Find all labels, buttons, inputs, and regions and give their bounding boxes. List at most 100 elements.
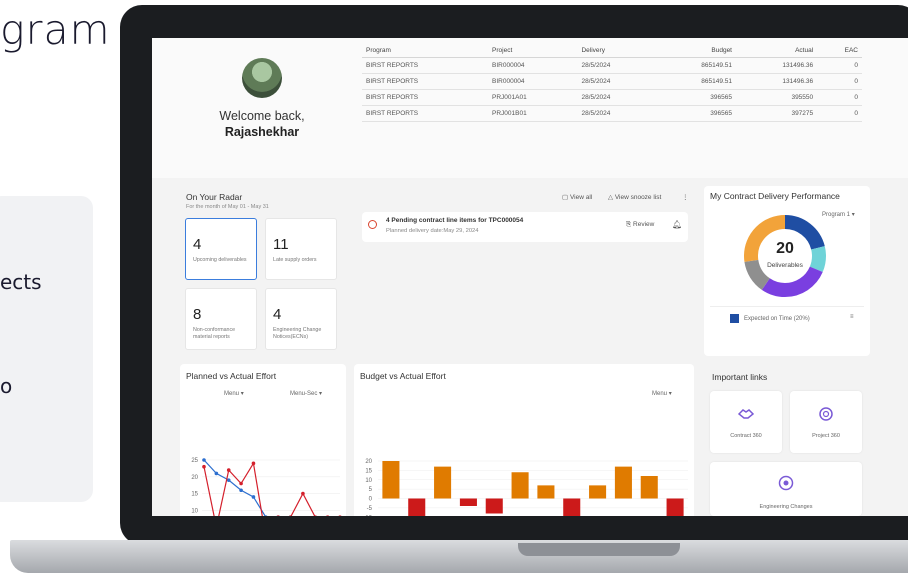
engineering-changes-link[interactable]: Engineering Changes: [710, 462, 862, 516]
tile-label: Engineering Change Notices(ECNs): [273, 327, 322, 340]
table-cell: BIRST REPORTS: [362, 105, 489, 122]
data-point: [301, 491, 305, 496]
data-point: [239, 488, 243, 493]
y-tick-label: 0: [369, 497, 373, 503]
bar: [563, 498, 581, 516]
table-cell: 395550: [736, 89, 818, 106]
tile-value: 4: [193, 236, 202, 253]
project-360-link[interactable]: Project 360: [790, 391, 862, 453]
performance-title: My Contract Delivery Performance: [710, 191, 840, 201]
table-cell: BIRST REPORTS: [362, 57, 489, 74]
network-icon: [819, 407, 833, 421]
filter-icon[interactable]: ≡: [850, 314, 854, 320]
bar: [666, 498, 684, 516]
table-cell: 28/5/2024: [577, 57, 655, 74]
planned-effort-card: Planned vs Actual Effort Menu ▾ Menu-Sec…: [180, 364, 346, 516]
welcome-line: Welcome back,: [219, 109, 305, 123]
table-cell: 396565: [654, 89, 736, 106]
radar-subtitle: For the month of May 01 - May 31: [186, 204, 269, 210]
slide-text-fragment: o: [0, 374, 13, 398]
contract-360-link[interactable]: Contract 360: [710, 391, 782, 453]
legend-swatch: [730, 314, 739, 323]
data-point: [251, 461, 256, 466]
tile-value: 8: [193, 306, 202, 323]
bar: [434, 466, 452, 499]
link-label: Project 360: [812, 433, 840, 439]
contracts-table: Program Project Delivery Budget Actual E…: [362, 44, 862, 122]
tile-value: 11: [273, 236, 289, 253]
y-tick-label: -5: [367, 506, 373, 512]
y-tick-label: 20: [191, 475, 198, 481]
table-cell: 396565: [654, 105, 736, 122]
view-all-link[interactable]: ▢ View all: [562, 193, 592, 201]
column-header[interactable]: Delivery: [577, 44, 655, 58]
legend-label: Expected on Time (20%): [744, 316, 810, 322]
important-links-title: Important links: [712, 372, 768, 382]
planned-effort-line-chart: 0510152025JFMAMJJASOND: [191, 458, 342, 516]
series-line: [203, 461, 316, 516]
tile-non-conformance-reports[interactable]: 8 Non-conformance material reports: [185, 288, 257, 350]
y-tick-label: 20: [365, 459, 372, 465]
data-point: [276, 515, 280, 516]
tile-late-supply-orders[interactable]: 11 Late supply orders: [265, 218, 337, 280]
slide-title-fragment: gram: [0, 6, 111, 54]
alert-icon: [368, 220, 377, 229]
table-row[interactable]: BIRST REPORTS PRJ001A01 28/5/2024 396565…: [362, 89, 862, 106]
table-cell: BIR000004: [488, 57, 578, 74]
table-row[interactable]: BIRST REPORTS PRJ001B01 28/5/2024 396565…: [362, 105, 862, 122]
link-label: Engineering Changes: [759, 504, 813, 510]
view-snooze-link[interactable]: △ View snooze list: [608, 193, 661, 201]
view-snooze-label: View snooze list: [614, 194, 662, 201]
kebab-menu-icon[interactable]: ⋮: [682, 193, 689, 201]
tile-engineering-change-notices[interactable]: 4 Engineering Change Notices(ECNs): [265, 288, 337, 350]
column-header[interactable]: Actual: [736, 44, 818, 58]
welcome-message: Welcome back, Rajashekhar: [192, 108, 332, 140]
table-row[interactable]: BIRST REPORTS BIR000004 28/5/2024 865149…: [362, 73, 862, 90]
y-tick-label: 10: [191, 508, 198, 514]
slide-side-card: [0, 196, 93, 502]
y-tick-label: 15: [365, 468, 372, 474]
y-tick-label: 15: [191, 492, 198, 498]
data-point: [251, 495, 256, 499]
y-tick-label: 10: [365, 478, 372, 484]
column-header[interactable]: Program: [362, 44, 489, 58]
avatar[interactable]: [242, 58, 282, 98]
bar: [408, 498, 426, 516]
bar: [640, 476, 658, 499]
table-cell: BIRST REPORTS: [362, 89, 489, 106]
data-point: [226, 478, 231, 482]
table-cell: 397275: [736, 105, 818, 122]
budget-effort-bar-chart: 20151050-5-10-15-20JanFebMarAprMayJunJul…: [363, 459, 688, 516]
column-header[interactable]: Budget: [654, 44, 736, 58]
column-header[interactable]: Project: [488, 44, 578, 58]
bar: [511, 472, 529, 499]
snooze-bell-icon[interactable]: 🔔︎: [672, 220, 682, 229]
review-label: Review: [633, 221, 655, 228]
table-cell: BIRST REPORTS: [362, 73, 489, 90]
presentation-slide: gram ects o Welcome back, Rajashekhar Pr…: [0, 0, 908, 573]
table-cell: 28/5/2024: [577, 73, 655, 90]
table-row[interactable]: BIRST REPORTS BIR000004 28/5/2024 865149…: [362, 57, 862, 74]
table-cell: 0: [817, 105, 862, 122]
data-point: [326, 515, 330, 516]
budget-effort-card: Budget vs Actual Effort Menu ▾ 20 15 10 5 0-…: [354, 364, 694, 516]
donut-center-value: 20: [776, 240, 794, 257]
table-cell: 131496.36: [736, 57, 818, 74]
bar: [589, 485, 607, 499]
pending-items-alert[interactable]: 4 Pending contract line items for TPC000…: [362, 212, 688, 242]
table-cell: PRJ001A01: [488, 89, 578, 106]
bar: [459, 498, 477, 506]
table-cell: 28/5/2024: [577, 89, 655, 106]
review-button[interactable]: ⎘ Review: [626, 221, 654, 229]
laptop-base: [10, 540, 908, 573]
bell-icon: △: [608, 194, 613, 201]
tile-label: Upcoming deliverables: [193, 257, 247, 263]
overview-panel: Welcome back, Rajashekhar Program Projec…: [152, 38, 908, 178]
y-tick-label: -10: [363, 515, 372, 516]
slide-text-fragment: ects: [0, 270, 42, 294]
table-cell: 0: [817, 89, 862, 106]
handshake-icon: [737, 409, 755, 419]
data-point: [202, 458, 206, 462]
column-header[interactable]: EAC: [817, 44, 862, 58]
tile-upcoming-deliverables[interactable]: 4 Upcoming deliverables: [185, 218, 257, 280]
